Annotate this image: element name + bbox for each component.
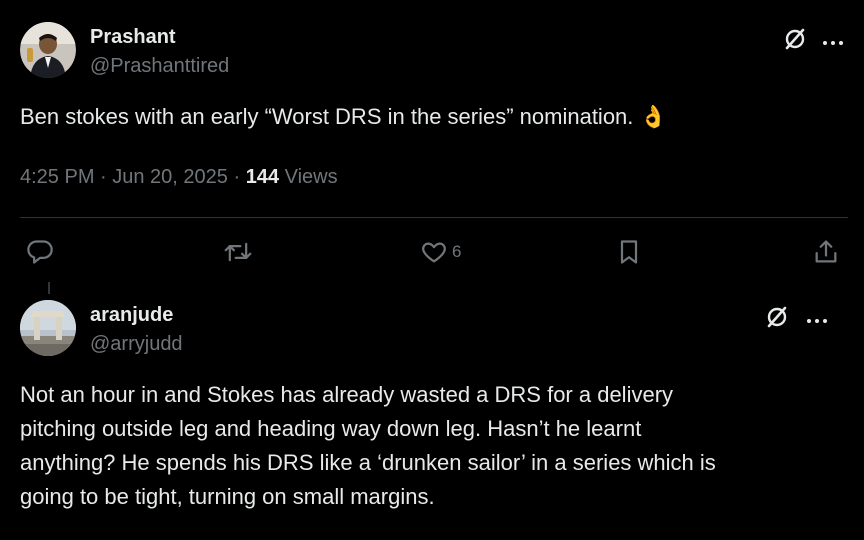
reply-button[interactable] — [26, 236, 54, 268]
bookmark-button[interactable] — [616, 236, 642, 268]
main-post: Prashant @Prashanttired Ben stokes with … — [0, 0, 864, 290]
views-count[interactable]: 144 — [246, 166, 279, 188]
divider — [20, 217, 848, 218]
author-name[interactable]: Prashant — [90, 26, 176, 49]
reply-text-line: Not an hour in and Stokes has already wa… — [20, 382, 674, 407]
reply-icon — [27, 240, 53, 264]
post-timestamp[interactable]: 4:25 PM · Jun 20, 2025 · — [20, 166, 246, 188]
heart-icon — [422, 242, 446, 263]
reply-text-line: going to be tight, turning on small marg… — [20, 484, 435, 509]
share-button[interactable] — [812, 236, 840, 268]
avatar[interactable] — [20, 300, 76, 356]
reply-text: Not an hour in and Stokes has already wa… — [20, 378, 840, 514]
reply-text-line: pitching outside leg and heading way dow… — [20, 416, 642, 441]
views-label: Views — [279, 166, 338, 188]
grok-icon[interactable] — [766, 306, 788, 333]
repost-icon — [224, 242, 252, 262]
post-meta: 4:25 PM · Jun 20, 2025 · 144 Views — [20, 166, 338, 189]
grok-icon[interactable] — [784, 28, 806, 55]
repost-button[interactable] — [222, 236, 254, 268]
like-count: 6 — [452, 242, 462, 261]
reply-text-line: anything? He spends his DRS like a ‘drun… — [20, 450, 716, 475]
author-handle[interactable]: @arryjudd — [90, 333, 183, 356]
bookmark-icon — [620, 240, 638, 264]
post-text: Ben stokes with an early “Worst DRS in t… — [20, 104, 667, 129]
more-options-icon[interactable] — [806, 312, 828, 330]
share-icon — [815, 240, 837, 263]
like-button[interactable]: 6 — [420, 236, 461, 268]
more-options-icon[interactable] — [822, 34, 844, 52]
author-name[interactable]: aranjude — [90, 304, 173, 327]
author-handle[interactable]: @Prashanttired — [90, 55, 229, 78]
avatar[interactable] — [20, 22, 76, 78]
